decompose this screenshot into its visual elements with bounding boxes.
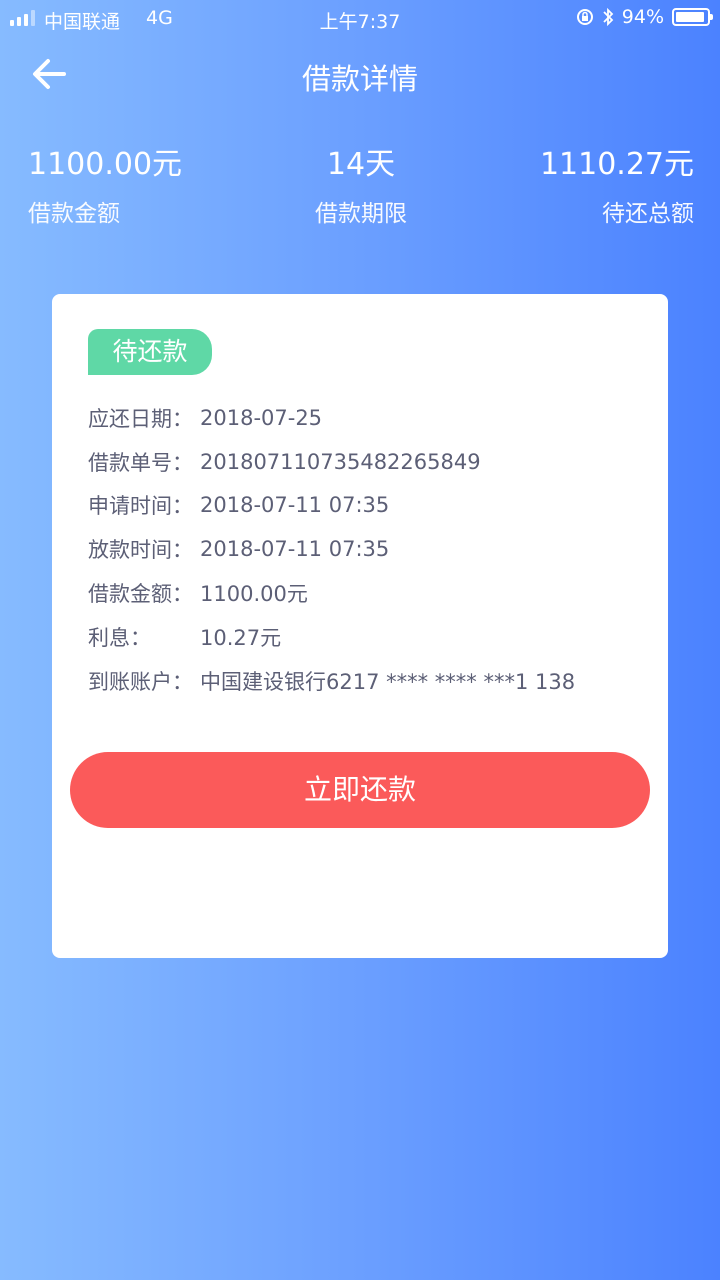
- status-badge: 待还款: [88, 329, 212, 375]
- detail-label: 到账账户：: [88, 669, 193, 694]
- detail-value: 2018-07-11 07:35: [200, 537, 390, 562]
- detail-label: 放款时间：: [88, 538, 193, 563]
- battery-percent: 94%: [621, 6, 664, 28]
- list-item: 借款单号： 20180711073548226584​9: [88, 440, 575, 484]
- list-item: 借款金额： 1100.00元: [88, 571, 575, 615]
- total-label: 待还总额: [602, 201, 694, 227]
- total-value: 1110.27元: [539, 147, 694, 182]
- detail-label: 借款单号：: [88, 450, 193, 475]
- detail-value: 2018-07-25: [200, 405, 323, 430]
- detail-label: 利息：: [88, 625, 151, 650]
- detail-value: 2018-07-11 07:35: [200, 493, 390, 518]
- loan-summary: 1100.00元 借款金额 14天 借款期限 1110.27元 待还总额: [28, 145, 694, 231]
- detail-value: 20180711073548226584​9: [200, 449, 481, 474]
- term-label: 借款期限: [315, 201, 407, 227]
- rotation-lock-icon: [576, 9, 593, 25]
- detail-value: 中国建设银行6217 **** **** ***1 138: [200, 669, 576, 694]
- detail-value: 1100.00元: [200, 582, 308, 607]
- list-item: 到账账户： 中国建设银行6217 **** **** ***1 138: [88, 659, 575, 703]
- detail-value: 10.27元: [200, 625, 282, 650]
- amount-label: 借款金额: [28, 201, 120, 227]
- detail-label: 借款金额：: [88, 582, 193, 607]
- term-value: 14天: [326, 147, 396, 182]
- amount-value: 1100.00元: [28, 147, 183, 182]
- list-item: 放款时间： 2018-07-11 07:35: [88, 527, 575, 571]
- page-title: 借款详情: [301, 62, 418, 96]
- summary-amount: 1100.00元 借款金额: [28, 145, 182, 231]
- detail-list: 应还日期： 2018-07-25 借款单号： 20180711073548226…: [88, 396, 575, 703]
- list-item: 应还日期： 2018-07-25: [88, 396, 575, 440]
- summary-term: 14天 借款期限: [315, 145, 407, 231]
- summary-total: 1110.27元 待还总额: [540, 145, 694, 231]
- loan-detail-card: 待还款 应还日期： 2018-07-25 借款单号： 2018071107354…: [52, 294, 668, 958]
- detail-label: 申请时间：: [88, 494, 193, 519]
- list-item: 申请时间： 2018-07-11 07:35: [88, 484, 575, 528]
- detail-label: 应还日期：: [88, 406, 193, 431]
- repay-now-button[interactable]: 立即还款: [70, 752, 650, 828]
- list-item: 利息： 10.27元: [88, 615, 575, 659]
- battery-icon: [672, 8, 713, 26]
- bluetooth-icon: [603, 7, 614, 27]
- status-bar: 中国联通 4G 上午7:37 94%: [0, 0, 720, 36]
